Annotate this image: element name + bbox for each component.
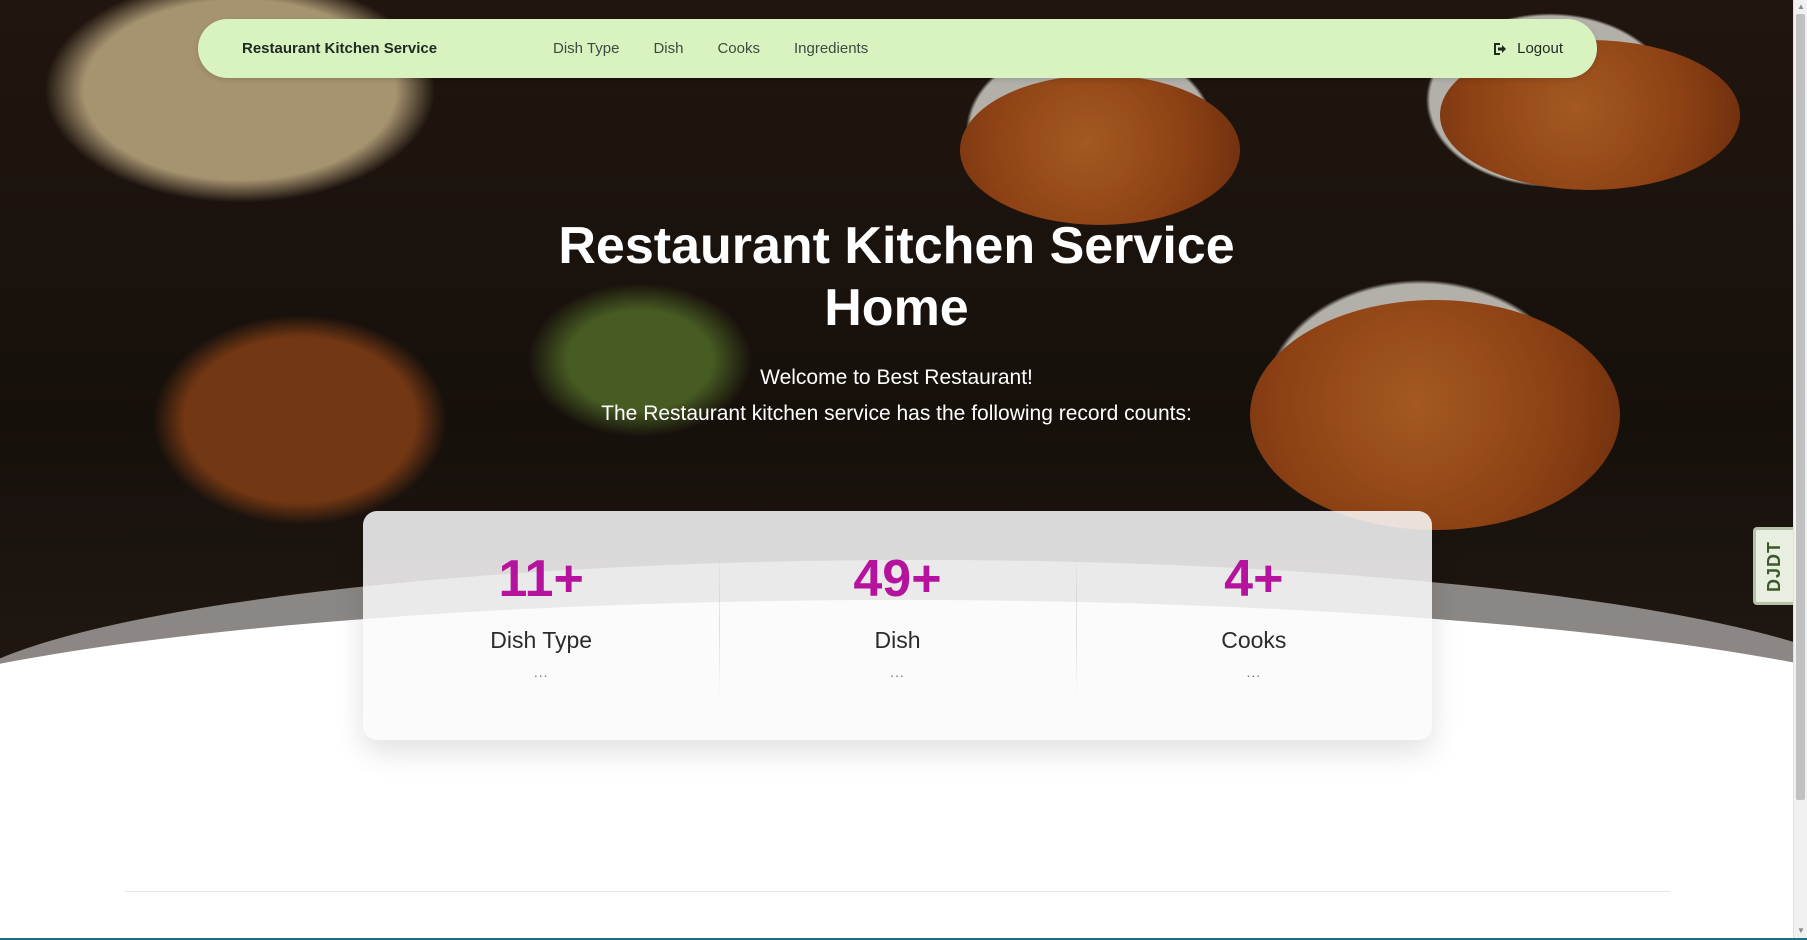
sign-out-icon: [1494, 42, 1507, 55]
page-title: Restaurant Kitchen Service Home: [0, 215, 1793, 339]
stat-cooks: 4+ Cooks ...: [1075, 511, 1432, 740]
stats-card: 11+ Dish Type ... 49+ Dish ... 4+ Cooks …: [363, 511, 1432, 740]
stat-dish-type: 11+ Dish Type ...: [363, 511, 719, 740]
scroll-down-arrow-icon[interactable]: ▼: [1794, 924, 1807, 938]
top-navbar: Restaurant Kitchen Service Dish Type Dis…: [198, 19, 1597, 78]
nav-link-dish-type[interactable]: Dish Type: [553, 40, 619, 57]
welcome-text: Welcome to Best Restaurant!: [760, 366, 1033, 389]
stat-more: ...: [1246, 664, 1262, 680]
debug-toolbar-handle[interactable]: DJDT: [1753, 527, 1793, 605]
stat-label: Dish: [874, 627, 921, 653]
nav-link-ingredients[interactable]: Ingredients: [794, 40, 868, 57]
stat-more: ...: [533, 664, 549, 680]
brand-link[interactable]: Restaurant Kitchen Service: [242, 40, 437, 57]
page-title-line-1: Restaurant Kitchen Service: [558, 217, 1235, 275]
stat-label: Cooks: [1221, 627, 1287, 653]
nav-links: Dish Type Dish Cooks Ingredients: [553, 40, 902, 57]
record-counts-text: The Restaurant kitchen service has the f…: [601, 402, 1192, 425]
logout-button[interactable]: Logout: [1493, 40, 1563, 57]
debug-toolbar-label: DJDT: [1764, 540, 1785, 592]
stat-value: 4+: [1224, 550, 1284, 608]
stat-value: 49+: [853, 550, 942, 608]
stat-dish: 49+ Dish ...: [719, 511, 1075, 740]
vertical-scrollbar[interactable]: ▲ ▼: [1793, 0, 1807, 938]
scrollbar-thumb[interactable]: [1796, 14, 1805, 800]
page-viewport: Restaurant Kitchen Service Dish Type Dis…: [0, 0, 1793, 938]
section-divider: [125, 891, 1670, 892]
stat-label: Dish Type: [490, 627, 593, 653]
nav-link-dish[interactable]: Dish: [653, 40, 683, 57]
scroll-up-arrow-icon[interactable]: ▲: [1794, 0, 1807, 14]
nav-link-cooks[interactable]: Cooks: [717, 40, 760, 57]
logout-label: Logout: [1517, 40, 1563, 57]
stat-more: ...: [890, 664, 905, 680]
page-title-line-2: Home: [824, 279, 969, 337]
stat-value: 11+: [498, 550, 584, 608]
